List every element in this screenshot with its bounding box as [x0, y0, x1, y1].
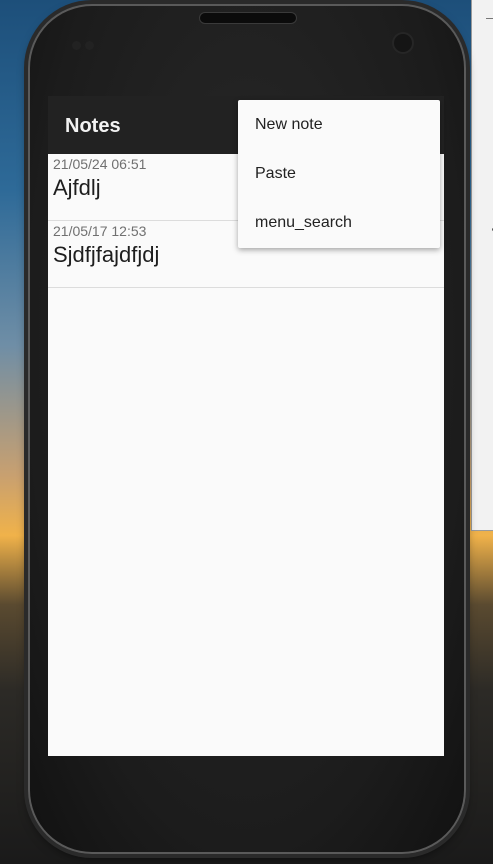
- app-title: Notes: [65, 115, 121, 137]
- note-title: Sjdfjfajdfjdj: [53, 242, 160, 267]
- background-window-edge: [471, 0, 493, 531]
- window-dash: [486, 18, 493, 19]
- earpiece-speaker: [199, 12, 297, 24]
- menu-item-search[interactable]: menu_search: [238, 198, 440, 247]
- menu-item-paste[interactable]: Paste: [238, 149, 440, 198]
- proximity-sensors: [72, 37, 100, 50]
- menu-item-new-note[interactable]: New note: [238, 100, 440, 149]
- overflow-menu: New note Paste menu_search: [238, 100, 440, 248]
- note-date: 21/05/17 12:53: [53, 223, 147, 239]
- note-date: 21/05/24 06:51: [53, 156, 147, 172]
- front-camera-icon: [394, 34, 412, 52]
- note-title: Ajfdlj: [53, 175, 101, 200]
